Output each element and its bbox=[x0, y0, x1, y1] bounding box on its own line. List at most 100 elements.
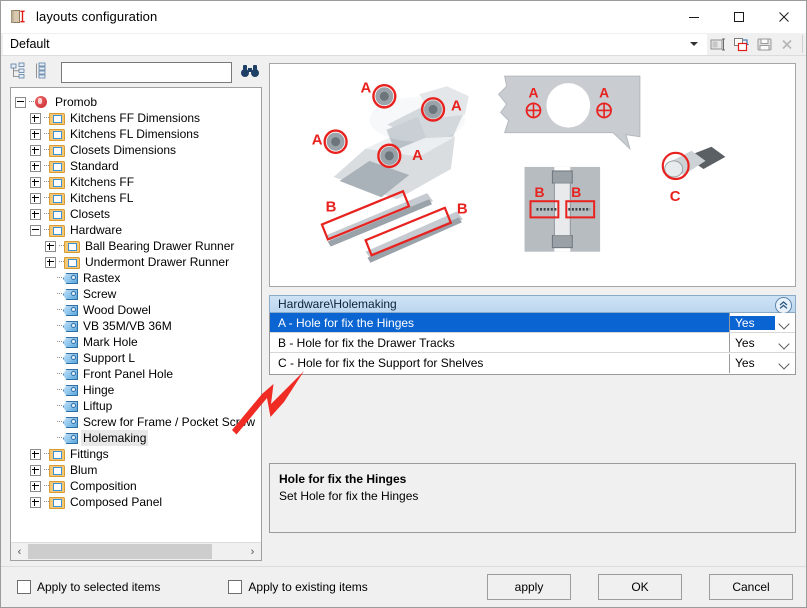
folder-icon bbox=[49, 223, 65, 237]
expand-node-icon[interactable] bbox=[30, 144, 41, 156]
property-name: C - Hole for fix the Support for Shelves bbox=[278, 356, 484, 370]
tree-item[interactable]: Front Panel Hole bbox=[15, 366, 261, 382]
expand-node-icon[interactable] bbox=[45, 240, 56, 252]
expand-node-icon[interactable] bbox=[30, 128, 41, 140]
main-body: Promob Kitchens FF Dimensions Kitchens FL … bbox=[1, 55, 806, 567]
tree-item[interactable]: Kitchens FL Dimensions bbox=[15, 126, 261, 142]
property-row[interactable]: B - Hole for fix the Drawer Tracks Yes bbox=[270, 333, 795, 353]
save-layout-button[interactable] bbox=[753, 34, 775, 54]
tree-item[interactable]: Screw for Frame / Pocket Screw bbox=[15, 414, 261, 430]
folder-icon bbox=[49, 495, 65, 509]
collapse-node-icon[interactable] bbox=[30, 224, 41, 236]
tree-toolbar bbox=[10, 59, 262, 85]
apply-to-selected-checkbox-box[interactable] bbox=[17, 580, 31, 594]
property-group-header[interactable]: Hardware\Holemaking bbox=[269, 295, 796, 314]
tag-icon bbox=[62, 367, 78, 381]
chevron-down-icon[interactable] bbox=[778, 317, 790, 330]
tree-item[interactable]: Liftup bbox=[15, 398, 261, 414]
tree-item[interactable]: Undermont Drawer Runner bbox=[15, 254, 261, 270]
expand-tree-icon[interactable] bbox=[34, 62, 54, 82]
expand-node-icon[interactable] bbox=[30, 496, 41, 508]
scroll-right-arrow-icon[interactable]: › bbox=[244, 543, 261, 560]
scroll-track[interactable] bbox=[28, 543, 244, 560]
apply-to-selected-checkbox[interactable]: Apply to selected items bbox=[17, 580, 160, 594]
expand-node-icon[interactable] bbox=[30, 176, 41, 188]
property-value-dropdown[interactable]: Yes bbox=[729, 333, 795, 352]
rename-layout-button[interactable] bbox=[707, 34, 729, 54]
tree-item-label: Mark Hole bbox=[83, 335, 138, 349]
apply-button[interactable]: apply bbox=[487, 574, 571, 600]
duplicate-layout-button[interactable] bbox=[730, 34, 752, 54]
tree-item[interactable]: Closets bbox=[15, 206, 261, 222]
delete-layout-button[interactable] bbox=[776, 34, 798, 54]
description-box: Hole for fix the Hinges Set Hole for fix… bbox=[269, 463, 796, 533]
tree-item[interactable]: Kitchens FF Dimensions bbox=[15, 110, 261, 126]
expand-node-icon[interactable] bbox=[30, 480, 41, 492]
apply-to-existing-checkbox-box[interactable] bbox=[228, 580, 243, 594]
tree-item[interactable]: Mark Hole bbox=[15, 334, 261, 350]
collapse-node-icon[interactable] bbox=[15, 96, 26, 108]
tree-item[interactable]: Composed Panel bbox=[15, 494, 261, 510]
maximize-button[interactable] bbox=[716, 1, 761, 32]
tree-item-label: Screw for Frame / Pocket Screw bbox=[83, 415, 256, 429]
layout-combobox[interactable]: Default bbox=[3, 33, 707, 55]
tree-item[interactable]: VB 35M/VB 36M bbox=[15, 318, 261, 334]
tag-icon bbox=[62, 383, 78, 397]
tree-item[interactable]: Composition bbox=[15, 478, 261, 494]
binoculars-icon[interactable] bbox=[240, 63, 260, 81]
tree-item[interactable]: Kitchens FF bbox=[15, 174, 261, 190]
chevron-down-icon bbox=[690, 42, 698, 46]
property-name: B - Hole for fix the Drawer Tracks bbox=[278, 335, 455, 350]
tree-horizontal-scrollbar[interactable]: ‹ › bbox=[11, 542, 261, 560]
minimize-button[interactable] bbox=[671, 1, 716, 32]
tree-item[interactable]: Support L bbox=[15, 350, 261, 366]
property-value-dropdown[interactable]: Yes bbox=[729, 353, 795, 373]
chevron-down-icon[interactable] bbox=[778, 337, 790, 350]
tree-panel: Promob Kitchens FF Dimensions Kitchens FL … bbox=[10, 59, 262, 561]
scroll-left-arrow-icon[interactable]: ‹ bbox=[11, 543, 28, 560]
tree-item[interactable]: Kitchens FL bbox=[15, 190, 261, 206]
chevron-up-icon[interactable] bbox=[775, 297, 792, 314]
scroll-thumb[interactable] bbox=[28, 544, 212, 559]
property-value: Yes bbox=[735, 356, 755, 370]
promob-logo-icon bbox=[34, 95, 50, 109]
expand-node-icon[interactable] bbox=[30, 192, 41, 204]
expand-node-icon[interactable] bbox=[45, 256, 56, 268]
expand-node-icon[interactable] bbox=[30, 160, 41, 172]
window-title: layouts configuration bbox=[36, 9, 158, 24]
tree-item[interactable]: Wood Dowel bbox=[15, 302, 261, 318]
layout-toolbar: Default bbox=[1, 33, 806, 56]
ok-button[interactable]: OK bbox=[598, 574, 682, 600]
expand-node-icon[interactable] bbox=[30, 112, 41, 124]
property-row[interactable]: C - Hole for fix the Support for Shelves… bbox=[270, 353, 795, 373]
search-input[interactable] bbox=[62, 62, 231, 82]
tree-item[interactable]: Standard bbox=[15, 158, 261, 174]
expand-node-icon[interactable] bbox=[30, 464, 41, 476]
property-value-dropdown[interactable]: Yes bbox=[729, 313, 795, 332]
tree-scroll-area[interactable]: Promob Kitchens FF Dimensions Kitchens FL … bbox=[11, 88, 261, 543]
tree-item[interactable]: Holemaking bbox=[15, 430, 261, 446]
layouts-configuration-window: layouts configuration Default Promob Kit… bbox=[0, 0, 807, 608]
tree-item[interactable]: Fittings bbox=[15, 446, 261, 462]
tree-item[interactable]: Closets Dimensions bbox=[15, 142, 261, 158]
svg-text:A: A bbox=[451, 97, 462, 114]
collapse-tree-icon[interactable] bbox=[10, 62, 30, 82]
tag-icon bbox=[62, 415, 78, 429]
tag-icon bbox=[62, 303, 78, 317]
tree-item[interactable]: Promob bbox=[15, 94, 261, 110]
close-button[interactable] bbox=[761, 1, 806, 32]
expand-node-icon[interactable] bbox=[30, 208, 41, 220]
search-input-wrapper[interactable] bbox=[61, 61, 232, 83]
tree-item[interactable]: Hardware bbox=[15, 222, 261, 238]
tree-item[interactable]: Ball Bearing Drawer Runner bbox=[15, 238, 261, 254]
expand-node-icon[interactable] bbox=[30, 448, 41, 460]
folder-icon bbox=[49, 447, 65, 461]
property-row[interactable]: A - Hole for fix the Hinges Yes bbox=[270, 313, 795, 333]
tree-item[interactable]: Rastex bbox=[15, 270, 261, 286]
tree-item[interactable]: Blum bbox=[15, 462, 261, 478]
apply-to-existing-checkbox[interactable]: Apply to existing items bbox=[228, 580, 368, 594]
tree-item[interactable]: Screw bbox=[15, 286, 261, 302]
cancel-button[interactable]: Cancel bbox=[709, 574, 793, 600]
chevron-down-icon[interactable] bbox=[778, 358, 790, 370]
tree-item[interactable]: Hinge bbox=[15, 382, 261, 398]
